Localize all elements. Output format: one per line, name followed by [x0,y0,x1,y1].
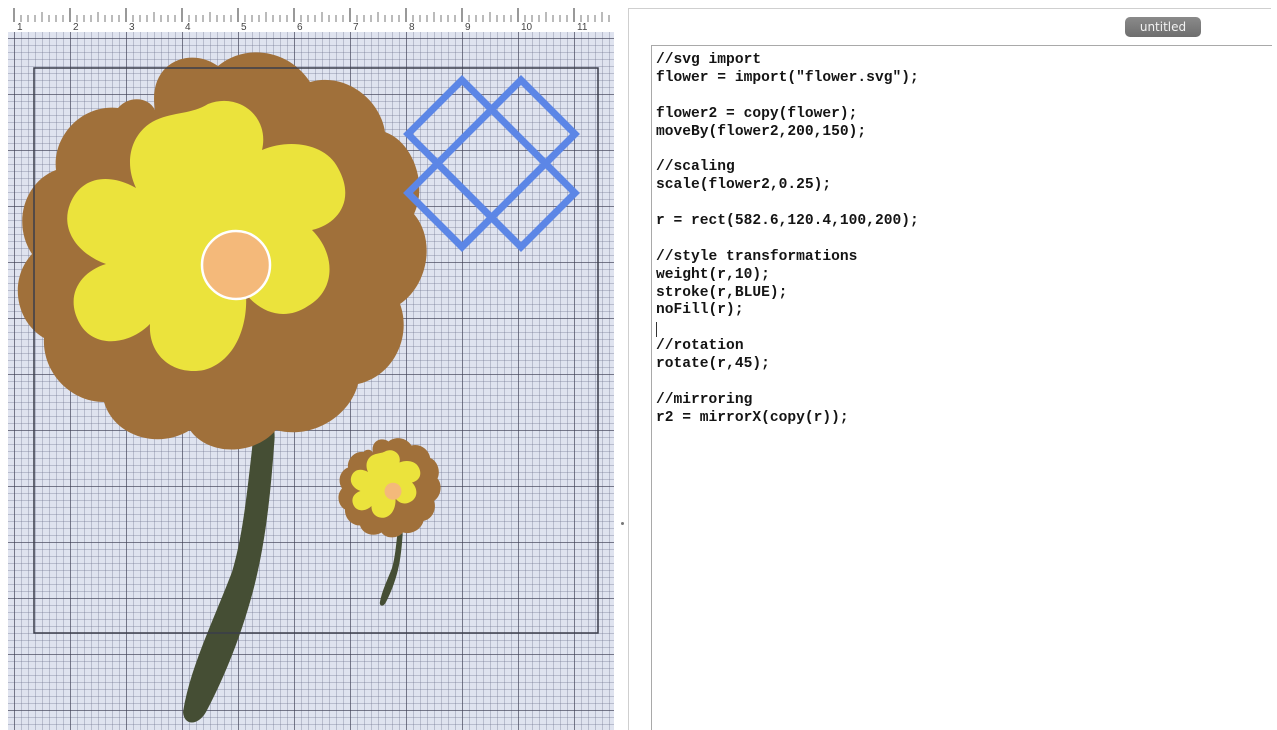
code-line[interactable] [656,195,1272,213]
ruler-label: 1 [17,22,23,32]
code-line[interactable]: //svg import [656,52,1272,70]
code-line[interactable]: noFill(r); [656,302,1272,320]
code-line[interactable] [656,141,1272,159]
ruler-label: 11 [577,22,588,32]
code-line[interactable]: moveBy(flower2,200,150); [656,124,1272,142]
code-line[interactable]: r = rect(582.6,120.4,100,200); [656,213,1272,231]
file-tab[interactable]: untitled [1125,17,1201,37]
ruler-label: 6 [297,22,303,32]
canvas-panel: 1 2 3 4 5 6 7 8 9 10 11 [8,6,614,730]
code-line[interactable]: rotate(r,45); [656,356,1272,374]
flower2-shape[interactable] [338,438,441,606]
flower-shape[interactable] [17,52,427,723]
drawing-canvas[interactable] [8,32,614,730]
ruler-label: 8 [409,22,415,32]
code-line[interactable]: flower2 = copy(flower); [656,106,1272,124]
code-line[interactable]: //scaling [656,159,1272,177]
code-line[interactable] [656,231,1272,249]
ruler-ticks: 1 2 3 4 5 6 7 8 9 10 11 [13,8,610,32]
ruler-label: 5 [241,22,247,32]
editor-titlebar: untitled [629,9,1271,45]
code-line[interactable] [656,320,1272,338]
flower-center [200,229,272,301]
app-window: 1 2 3 4 5 6 7 8 9 10 11 untitled //svg i… [0,0,1277,730]
flower2-center [384,482,402,500]
splitter-handle-dot[interactable] [621,522,624,525]
code-line[interactable]: //mirroring [656,392,1272,410]
code-editor-panel: untitled //svg import flower = import("fl… [628,8,1272,730]
ruler-label: 9 [465,22,471,32]
ruler-label: 10 [521,22,533,32]
code-line[interactable] [656,88,1272,106]
code-line[interactable]: scale(flower2,0.25); [656,177,1272,195]
code-line[interactable]: stroke(r,BLUE); [656,285,1272,303]
code-editor[interactable]: //svg import flower = import("flower.svg"… [651,45,1272,730]
code-text-area[interactable]: //svg import flower = import("flower.svg"… [652,46,1272,428]
flower2-stem [379,529,403,606]
code-line[interactable]: //style transformations [656,249,1272,267]
ruler-label: 2 [73,22,79,32]
ruler-label: 4 [185,22,191,32]
ruler-label: 3 [129,22,135,32]
code-line[interactable]: flower = import("flower.svg"); [656,70,1272,88]
text-caret [656,322,657,338]
flower-stem [183,417,275,723]
canvas-drawing [17,52,599,723]
code-line[interactable]: weight(r,10); [656,267,1272,285]
horizontal-ruler: 1 2 3 4 5 6 7 8 9 10 11 [8,6,614,32]
code-line[interactable]: //rotation [656,338,1272,356]
ruler-label: 7 [353,22,359,32]
code-line[interactable]: r2 = mirrorX(copy(r)); [656,410,1272,428]
code-line[interactable] [656,374,1272,392]
